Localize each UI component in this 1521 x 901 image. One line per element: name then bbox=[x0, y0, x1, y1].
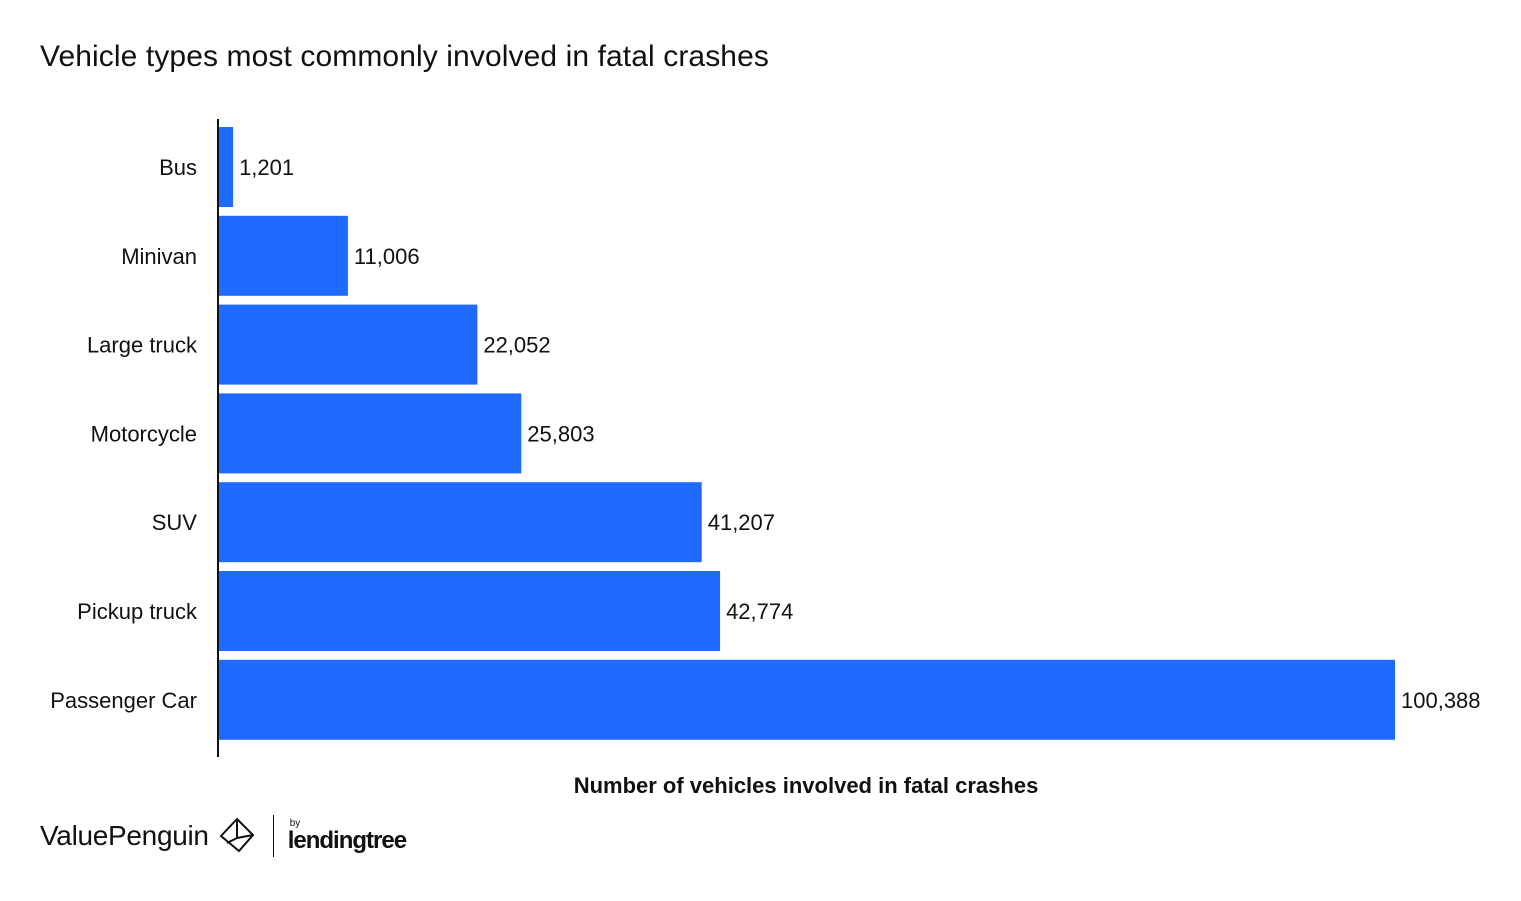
valuepenguin-logo-icon bbox=[219, 817, 255, 853]
brand-footer: ValuePenguin by lendingtree bbox=[40, 815, 407, 857]
value-label: 22,052 bbox=[483, 333, 550, 358]
bar-minivan bbox=[219, 215, 348, 296]
category-label: Pickup truck bbox=[77, 599, 198, 624]
bar-pickup-truck bbox=[219, 571, 721, 651]
bar-passenger-car bbox=[219, 659, 1395, 740]
bar-suv bbox=[219, 482, 702, 563]
category-label: Large truck bbox=[87, 333, 198, 358]
value-label: 41,207 bbox=[708, 510, 775, 535]
x-axis-label: Number of vehicles involved in fatal cra… bbox=[573, 773, 1039, 798]
value-label: 11,006 bbox=[354, 244, 420, 269]
bar-bus bbox=[219, 127, 234, 207]
bars-group: Bus 1,201 Minivan 11,006 Large truck 22,052 Mo… bbox=[50, 127, 1481, 740]
brand-divider bbox=[272, 815, 274, 857]
category-label: Passenger Car bbox=[50, 688, 197, 713]
value-label: 100,388 bbox=[1401, 688, 1481, 713]
category-label: Minivan bbox=[121, 244, 197, 269]
category-label: Bus bbox=[159, 155, 197, 180]
category-label: Motorcycle bbox=[91, 421, 197, 446]
bar-motorcycle bbox=[219, 393, 522, 474]
lendingtree-name: lendingtree bbox=[287, 827, 407, 854]
value-label: 25,803 bbox=[527, 421, 594, 446]
valuepenguin-logo-text: ValuePenguin bbox=[40, 820, 209, 851]
value-label: 1,201 bbox=[239, 155, 294, 180]
lendingtree-logo: by lendingtree bbox=[287, 819, 407, 854]
bar-large-truck bbox=[219, 304, 478, 385]
category-label: SUV bbox=[152, 510, 198, 535]
bar-chart: Bus 1,201 Minivan 11,006 Large truck 22,052 Mo… bbox=[50, 119, 1481, 757]
value-label: 42,774 bbox=[726, 599, 793, 624]
